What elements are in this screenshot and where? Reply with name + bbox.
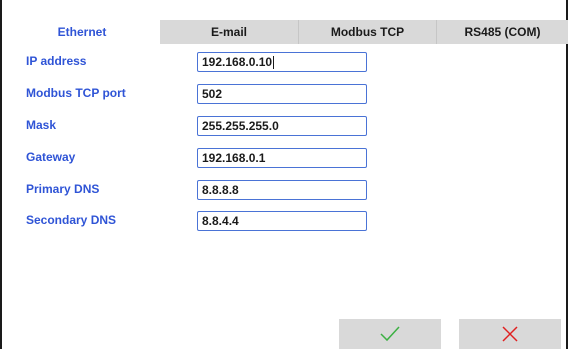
- mask-label: Mask: [26, 118, 57, 132]
- primary-dns-field[interactable]: 8.8.8.8: [197, 180, 367, 200]
- modbus-tcp-port-label: Modbus TCP port: [26, 86, 126, 100]
- tab-email[interactable]: E-mail: [160, 20, 298, 44]
- settings-panel: Ethernet E-mail Modbus TCP RS485 (COM) I…: [0, 0, 568, 349]
- mask-field[interactable]: 255.255.255.0: [197, 116, 367, 136]
- modbus-tcp-port-field[interactable]: 502: [197, 84, 367, 104]
- mask-value: 255.255.255.0: [202, 119, 279, 133]
- tab-bar: Ethernet E-mail Modbus TCP RS485 (COM): [2, 20, 568, 44]
- mask-row: Mask 255.255.255.0: [2, 116, 568, 138]
- close-icon: [502, 326, 518, 342]
- gateway-field[interactable]: 192.168.0.1: [197, 148, 367, 168]
- primary-dns-row: Primary DNS 8.8.8.8: [2, 180, 568, 202]
- cancel-button[interactable]: [459, 319, 561, 349]
- confirm-button[interactable]: [339, 319, 441, 349]
- ip-address-label: IP address: [26, 54, 87, 68]
- ip-address-field[interactable]: 192.168.0.10: [197, 52, 367, 72]
- text-caret: [273, 55, 275, 69]
- gateway-row: Gateway 192.168.0.1: [2, 148, 568, 170]
- secondary-dns-value: 8.8.4.4: [202, 214, 239, 228]
- secondary-dns-field[interactable]: 8.8.4.4: [197, 211, 367, 231]
- checkmark-icon: [380, 326, 400, 342]
- ip-address-value: 192.168.0.10: [202, 55, 273, 69]
- modbus-tcp-port-row: Modbus TCP port 502: [2, 84, 568, 106]
- ip-address-row: IP address 192.168.0.10: [2, 52, 568, 74]
- tab-modbus-tcp[interactable]: Modbus TCP: [298, 20, 436, 44]
- modbus-tcp-port-value: 502: [202, 87, 223, 101]
- gateway-label: Gateway: [26, 150, 76, 164]
- gateway-value: 192.168.0.1: [202, 151, 266, 165]
- secondary-dns-label: Secondary DNS: [26, 213, 117, 227]
- primary-dns-label: Primary DNS: [26, 182, 100, 196]
- primary-dns-value: 8.8.8.8: [202, 183, 239, 197]
- tab-rs485-com[interactable]: RS485 (COM): [436, 20, 568, 44]
- tab-ethernet[interactable]: Ethernet: [4, 20, 160, 44]
- secondary-dns-row: Secondary DNS 8.8.4.4: [2, 211, 568, 233]
